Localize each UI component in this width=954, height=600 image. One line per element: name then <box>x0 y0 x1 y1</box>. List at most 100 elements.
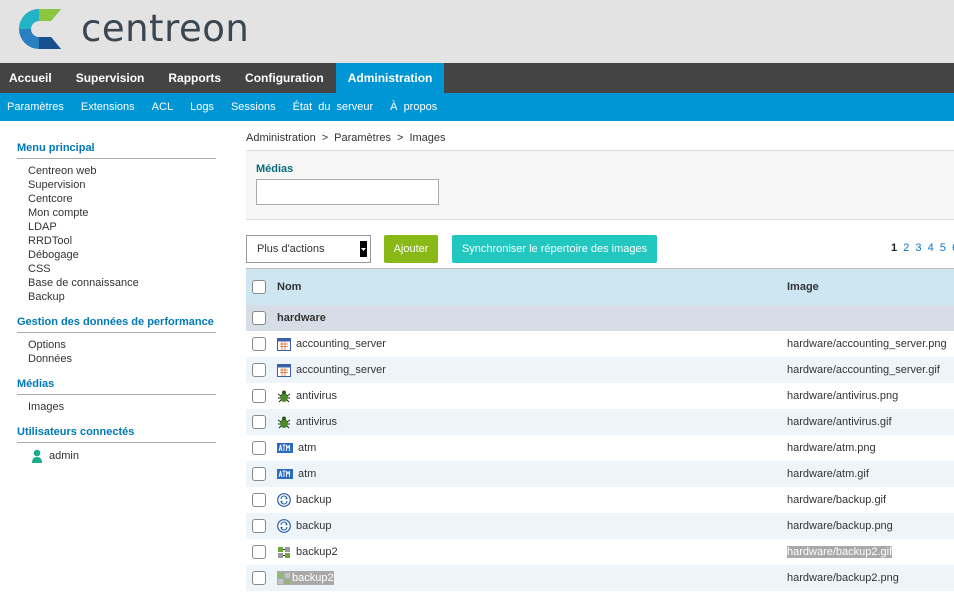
connected-user[interactable]: admin <box>17 448 216 464</box>
breadcrumb-parametres[interactable]: Paramètres <box>334 132 391 144</box>
table-row[interactable]: backup2 hardware/backup2.gif <box>246 539 954 565</box>
main-content: Administration > Paramètres > Images Médias … <box>246 121 954 591</box>
nav-administration[interactable]: Administration <box>335 63 445 93</box>
row-name: atm <box>298 468 317 480</box>
row-checkbox[interactable] <box>252 519 266 533</box>
sidebar-item-rrdtool[interactable]: RRDTool <box>28 234 216 248</box>
subnav-a-propos[interactable]: À propos <box>383 93 447 121</box>
more-actions-select[interactable]: Plus d'actions <box>246 235 371 263</box>
row-checkbox[interactable] <box>252 467 266 481</box>
column-header-image[interactable]: Image <box>787 281 819 293</box>
search-label: Médias <box>256 163 294 175</box>
group-name: hardware <box>277 312 326 324</box>
select-all-checkbox[interactable] <box>252 280 266 294</box>
row-name: antivirus <box>296 416 337 428</box>
sidebar-item-centcore[interactable]: Centcore <box>28 192 216 206</box>
select-arrow-icon <box>360 241 367 257</box>
row-image-path: hardware/accounting_server.gif <box>787 364 940 376</box>
row-name: backup2 <box>296 546 338 558</box>
sidebar-item-backup[interactable]: Backup <box>28 290 216 304</box>
page-1[interactable]: 1 <box>891 242 897 254</box>
row-checkbox[interactable] <box>252 389 266 403</box>
row-name: atm <box>298 442 317 454</box>
row-name: accounting_server <box>296 364 386 376</box>
calendar-icon <box>277 364 291 377</box>
row-checkbox[interactable] <box>252 363 266 377</box>
subnav-parametres[interactable]: Paramètres <box>0 93 74 121</box>
sidebar-item-ldap[interactable]: LDAP <box>28 220 216 234</box>
row-checkbox[interactable] <box>252 493 266 507</box>
centreon-logo-icon <box>19 9 61 49</box>
subnav-logs[interactable]: Logs <box>183 93 224 121</box>
sidebar-item-options[interactable]: Options <box>28 338 216 352</box>
table-header: Nom Image <box>246 268 954 305</box>
nav-rapports[interactable]: Rapports <box>156 63 233 93</box>
subnav-etat-serveur[interactable]: État du serveur <box>286 93 384 121</box>
sync-directory-button[interactable]: Synchroniser le répertoire des images <box>452 235 657 263</box>
subnav-extensions[interactable]: Extensions <box>74 93 145 121</box>
sidebar-item-donnees[interactable]: Données <box>28 352 216 366</box>
backup2-icon <box>278 573 290 584</box>
sidebar-item-debogage[interactable]: Débogage <box>28 248 216 262</box>
more-actions-label: Plus d'actions <box>257 243 325 255</box>
page-3[interactable]: 3 <box>915 242 921 254</box>
page-2[interactable]: 2 <box>903 242 909 254</box>
sidebar-item-images[interactable]: Images <box>28 400 216 414</box>
centreon-logo[interactable]: centreon <box>17 7 249 51</box>
row-checkbox[interactable] <box>252 337 266 351</box>
page-4[interactable]: 4 <box>928 242 934 254</box>
main-nav: Accueil Supervision Rapports Configurati… <box>0 63 954 93</box>
sidebar-item-css[interactable]: CSS <box>28 262 216 276</box>
breadcrumb: Administration > Paramètres > Images <box>246 132 446 144</box>
user-icon <box>32 449 42 463</box>
sidebar-item-base-connaissance[interactable]: Base de connaissance <box>28 276 216 290</box>
nav-configuration[interactable]: Configuration <box>233 63 336 93</box>
table-row[interactable]: accounting_server hardware/accounting_se… <box>246 331 954 357</box>
atm-icon <box>277 469 293 479</box>
subnav-acl[interactable]: ACL <box>145 93 183 121</box>
row-checkbox[interactable] <box>252 441 266 455</box>
table-row[interactable]: atm hardware/atm.png <box>246 435 954 461</box>
sidebar-item-mon-compte[interactable]: Mon compte <box>28 206 216 220</box>
page-5[interactable]: 5 <box>940 242 946 254</box>
nav-supervision[interactable]: Supervision <box>64 63 157 93</box>
pagination: 1 2 3 4 5 6 <box>891 242 954 254</box>
backup2-icon <box>278 547 290 558</box>
backup-icon <box>277 519 291 533</box>
breadcrumb-images[interactable]: Images <box>409 132 445 144</box>
table-row[interactable]: atm hardware/atm.gif <box>246 461 954 487</box>
sidebar-title-gestion-donnees: Gestion des données de performance <box>17 316 216 333</box>
add-button[interactable]: Ajouter <box>384 235 438 263</box>
table-row[interactable]: antivirus hardware/antivirus.gif <box>246 409 954 435</box>
row-checkbox[interactable] <box>252 571 266 585</box>
row-name: backup2 <box>292 572 334 584</box>
row-name: backup <box>296 494 332 506</box>
breadcrumb-administration[interactable]: Administration <box>246 132 316 144</box>
row-image-path: hardware/backup.png <box>787 520 893 532</box>
subnav-sessions[interactable]: Sessions <box>224 93 286 121</box>
row-name: antivirus <box>296 390 337 402</box>
row-checkbox[interactable] <box>252 415 266 429</box>
search-input[interactable] <box>256 179 439 205</box>
table-row[interactable]: backup hardware/backup.png <box>246 513 954 539</box>
group-row-hardware: hardware <box>246 305 954 331</box>
group-checkbox[interactable] <box>252 311 266 325</box>
sidebar-item-centreon-web[interactable]: Centreon web <box>28 164 216 178</box>
row-image-path: hardware/atm.png <box>787 442 876 454</box>
sidebar-item-supervision[interactable]: Supervision <box>28 178 216 192</box>
sidebar-title-medias: Médias <box>17 378 216 395</box>
row-checkbox[interactable] <box>252 545 266 559</box>
sidebar-title-utilisateurs-connectes: Utilisateurs connectés <box>17 426 216 443</box>
images-table: Nom Image hardware accounting_server har… <box>246 268 954 591</box>
column-header-name[interactable]: Nom <box>277 281 301 293</box>
bug-icon <box>277 390 291 403</box>
bug-icon <box>277 416 291 429</box>
table-row[interactable]: backup2 hardware/backup2.png <box>246 565 954 591</box>
sub-nav: Paramètres Extensions ACL Logs Sessions … <box>0 93 954 121</box>
table-row[interactable]: backup hardware/backup.gif <box>246 487 954 513</box>
nav-accueil[interactable]: Accueil <box>0 63 64 93</box>
table-row[interactable]: accounting_server hardware/accounting_se… <box>246 357 954 383</box>
row-image-path: hardware/accounting_server.png <box>787 338 947 350</box>
row-image-path: hardware/backup2.gif <box>787 546 893 558</box>
table-row[interactable]: antivirus hardware/antivirus.png <box>246 383 954 409</box>
